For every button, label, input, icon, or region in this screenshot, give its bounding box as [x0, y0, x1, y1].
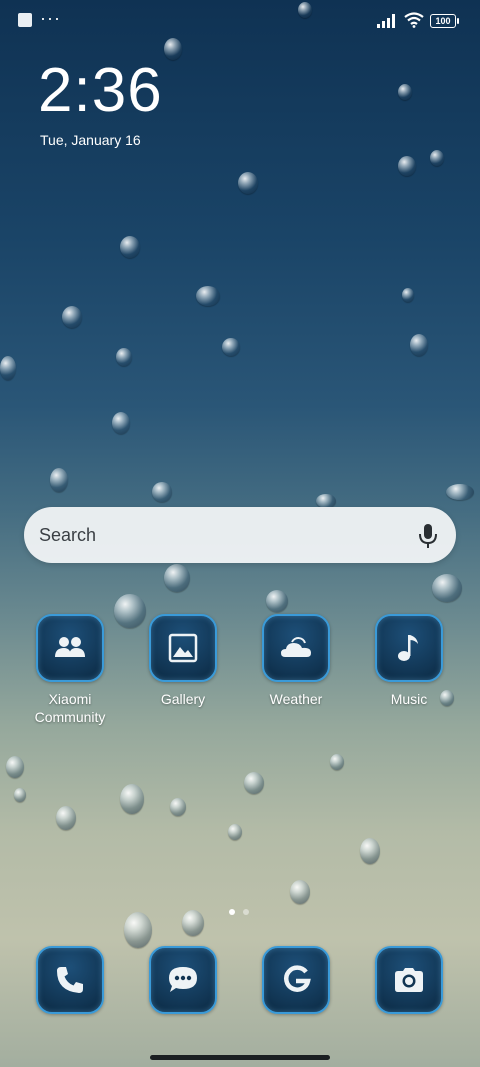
dock-messages[interactable] — [127, 946, 239, 1014]
people-icon — [55, 637, 85, 657]
phone-icon — [57, 967, 83, 993]
dock-icon-phone[interactable] — [36, 946, 104, 1014]
image-icon — [168, 633, 198, 663]
cloud-sun-icon — [281, 637, 311, 657]
app-label: Gallery — [160, 691, 206, 707]
app-icon-xiaomi-community[interactable] — [36, 614, 104, 682]
search-placeholder: Search — [39, 525, 97, 545]
app-icon-weather[interactable] — [262, 614, 330, 682]
dock-google[interactable] — [240, 946, 352, 1014]
app-icon-music[interactable] — [375, 614, 443, 682]
app-gallery[interactable]: Gallery — [127, 614, 239, 708]
google-icon — [284, 965, 311, 992]
page-dot — [243, 909, 249, 915]
music-note-icon — [398, 635, 418, 661]
app-icon-gallery[interactable] — [149, 614, 217, 682]
clock-time[interactable]: 2:36 — [38, 56, 163, 126]
clock-date[interactable]: Tue, January 16 — [40, 131, 141, 149]
microphone-icon[interactable] — [416, 523, 440, 549]
gesture-navigation-bar[interactable] — [150, 1055, 330, 1060]
app-label: Weather — [269, 691, 323, 707]
dock-icon-camera[interactable] — [375, 946, 443, 1014]
app-weather[interactable]: Weather — [240, 614, 352, 708]
battery-indicator: 100 — [430, 14, 459, 28]
chat-bubble-icon — [169, 967, 197, 992]
wifi-icon — [404, 12, 424, 28]
more-notifications-indicator: ··· — [40, 8, 61, 28]
camera-icon — [395, 968, 423, 992]
status-bar: ··· 100 — [0, 0, 480, 40]
dock-phone[interactable] — [14, 946, 126, 1014]
dock-icon-google[interactable] — [262, 946, 330, 1014]
app-label: Music — [390, 691, 428, 707]
app-music[interactable]: Music — [353, 614, 465, 708]
notification-app-icon — [18, 13, 32, 27]
signal-strength-icon — [377, 14, 395, 28]
dock-camera[interactable] — [353, 946, 465, 1014]
app-xiaomi-community[interactable]: Xiaomi Community — [14, 614, 126, 726]
page-dot-active — [229, 909, 235, 915]
search-bar[interactable]: Search — [24, 507, 456, 563]
dock-icon-messages[interactable] — [149, 946, 217, 1014]
app-label: Xiaomi Community — [34, 691, 106, 725]
